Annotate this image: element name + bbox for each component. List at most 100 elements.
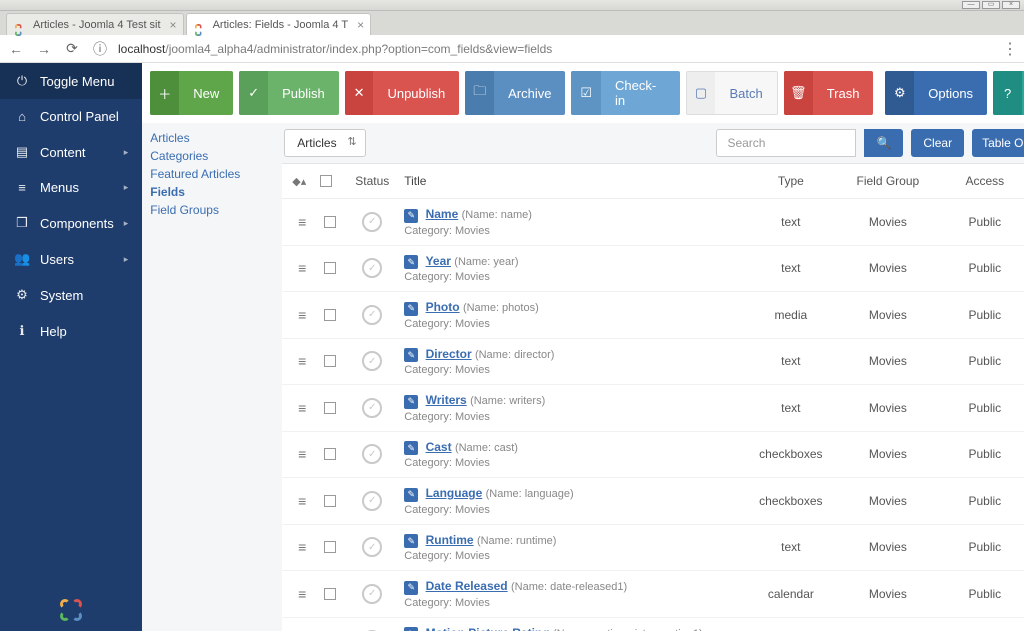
search-button[interactable]: 🔍 <box>864 129 903 157</box>
row-checkbox[interactable] <box>324 216 336 228</box>
clear-button[interactable]: Clear <box>911 129 964 157</box>
edit-icon[interactable]: ✎ <box>404 348 418 362</box>
back-icon[interactable]: ← <box>6 39 26 59</box>
cell-fieldgroup: Movies <box>833 540 943 554</box>
drag-handle-icon[interactable]: ≡ <box>288 586 316 602</box>
row-checkbox[interactable] <box>324 588 336 600</box>
status-toggle[interactable]: ✓ <box>362 258 382 278</box>
select-all-checkbox[interactable] <box>320 175 332 187</box>
sidebar-item[interactable]: ℹ Help <box>0 313 142 349</box>
archive-button[interactable]: 🗀Archive <box>465 71 565 115</box>
row-checkbox[interactable] <box>324 495 336 507</box>
drag-handle-icon[interactable]: ≡ <box>288 400 316 416</box>
cell-type: calendar <box>749 587 833 601</box>
checkin-button[interactable]: ☑Check-in <box>571 71 679 115</box>
close-icon[interactable]: × <box>170 18 177 32</box>
field-title-link[interactable]: Cast <box>426 440 452 454</box>
sidebar-toggle[interactable]: ⏻ Toggle Menu <box>0 63 142 99</box>
cell-type: text <box>749 261 833 275</box>
status-toggle[interactable]: ✓ <box>362 212 382 232</box>
status-toggle[interactable]: ✓ <box>362 491 382 511</box>
browser-address-bar: ← → ⟳ ⓘ localhost/joomla4_alpha4/adminis… <box>0 35 1024 63</box>
close-icon[interactable]: × <box>357 18 364 32</box>
drag-handle-icon[interactable]: ≡ <box>288 353 316 369</box>
row-checkbox[interactable] <box>324 448 336 460</box>
edit-icon[interactable]: ✎ <box>404 209 418 223</box>
sidebar-item[interactable]: ≡ Menus ▸ <box>0 170 142 205</box>
options-button[interactable]: ⚙Options <box>885 71 987 115</box>
info-icon[interactable]: ⓘ <box>90 39 110 59</box>
field-title-link[interactable]: Photo <box>426 300 460 314</box>
edit-icon[interactable]: ✎ <box>404 255 418 269</box>
browser-tab[interactable]: Articles - Joomla 4 Test sit × <box>6 13 184 35</box>
unpublish-button[interactable]: ✕Unpublish <box>345 71 460 115</box>
status-toggle[interactable]: ✓ <box>362 584 382 604</box>
help-button[interactable]: ?Help <box>993 71 1024 115</box>
context-select[interactable]: Articles <box>284 129 365 157</box>
field-title-link[interactable]: Director <box>426 347 472 361</box>
submenu-link[interactable]: Featured Articles <box>150 165 274 183</box>
edit-icon[interactable]: ✎ <box>404 302 418 316</box>
col-fieldgroup[interactable]: Field Group <box>833 174 943 188</box>
sidebar-item[interactable]: ❒ Components ▸ <box>0 205 142 241</box>
window-close-icon[interactable]: × <box>1002 1 1020 9</box>
edit-icon[interactable]: ✎ <box>404 441 418 455</box>
status-toggle[interactable]: ✓ <box>362 305 382 325</box>
row-checkbox[interactable] <box>324 402 336 414</box>
forward-icon[interactable]: → <box>34 39 54 59</box>
cell-type: media <box>749 308 833 322</box>
edit-icon[interactable]: ✎ <box>404 395 418 409</box>
submenu-link[interactable]: Field Groups <box>150 201 274 219</box>
field-title-link[interactable]: Name <box>426 207 459 221</box>
sidebar-item[interactable]: ▤ Content ▸ <box>0 134 142 170</box>
col-access[interactable]: Access <box>943 174 1024 188</box>
status-toggle[interactable]: ✓ <box>362 444 382 464</box>
col-status[interactable]: Status <box>344 174 400 188</box>
publish-button[interactable]: ✓Publish <box>239 71 338 115</box>
window-min-icon[interactable]: — <box>962 1 980 9</box>
field-title-link[interactable]: Writers <box>426 393 467 407</box>
col-type[interactable]: Type <box>749 174 833 188</box>
drag-handle-icon[interactable]: ≡ <box>288 446 316 462</box>
table-options-button[interactable]: Table Options ▾ <box>972 129 1024 157</box>
row-checkbox[interactable] <box>324 309 336 321</box>
field-title-link[interactable]: Language <box>426 486 483 500</box>
row-checkbox[interactable] <box>324 541 336 553</box>
status-toggle[interactable]: ✓ <box>362 398 382 418</box>
url-field[interactable]: localhost/joomla4_alpha4/administrator/i… <box>118 42 994 56</box>
submenu-link[interactable]: Fields <box>150 183 274 201</box>
batch-button[interactable]: ▢Batch <box>686 71 778 115</box>
edit-icon[interactable]: ✎ <box>404 534 418 548</box>
submenu-link[interactable]: Categories <box>150 147 274 165</box>
edit-icon[interactable]: ✎ <box>404 627 418 631</box>
field-title-link[interactable]: Motion Picture Rating <box>426 626 550 631</box>
search-input[interactable]: Search <box>716 129 856 157</box>
browser-tab[interactable]: Articles: Fields - Joomla 4 T × <box>186 13 372 35</box>
field-title-link[interactable]: Runtime <box>426 533 474 547</box>
drag-handle-icon[interactable]: ≡ <box>288 539 316 555</box>
trash-button[interactable]: 🗑Trash <box>784 71 874 115</box>
sidebar-item[interactable]: 👥 Users ▸ <box>0 241 142 277</box>
field-title-link[interactable]: Date Released <box>426 579 508 593</box>
drag-handle-icon[interactable]: ≡ <box>288 307 316 323</box>
new-button[interactable]: ＋New <box>150 71 233 115</box>
drag-handle-icon[interactable]: ≡ <box>288 214 316 230</box>
trash-icon: 🗑 <box>784 71 813 115</box>
sort-order-header[interactable]: ◆▴ <box>288 175 316 188</box>
drag-handle-icon[interactable]: ≡ <box>288 260 316 276</box>
reload-icon[interactable]: ⟳ <box>62 39 82 59</box>
status-toggle[interactable]: ✓ <box>362 351 382 371</box>
field-title-link[interactable]: Year <box>426 254 451 268</box>
row-checkbox[interactable] <box>324 355 336 367</box>
col-title[interactable]: Title <box>400 174 749 188</box>
status-toggle[interactable]: ✓ <box>362 537 382 557</box>
drag-handle-icon[interactable]: ≡ <box>288 493 316 509</box>
submenu-link[interactable]: Articles <box>150 129 274 147</box>
row-checkbox[interactable] <box>324 262 336 274</box>
edit-icon[interactable]: ✎ <box>404 488 418 502</box>
browser-menu-icon[interactable]: ⋮ <box>1002 39 1018 59</box>
window-max-icon[interactable]: ▭ <box>982 1 1000 9</box>
sidebar-item[interactable]: ⌂ Control Panel <box>0 99 142 134</box>
sidebar-item[interactable]: ⚙ System <box>0 277 142 313</box>
edit-icon[interactable]: ✎ <box>404 581 418 595</box>
